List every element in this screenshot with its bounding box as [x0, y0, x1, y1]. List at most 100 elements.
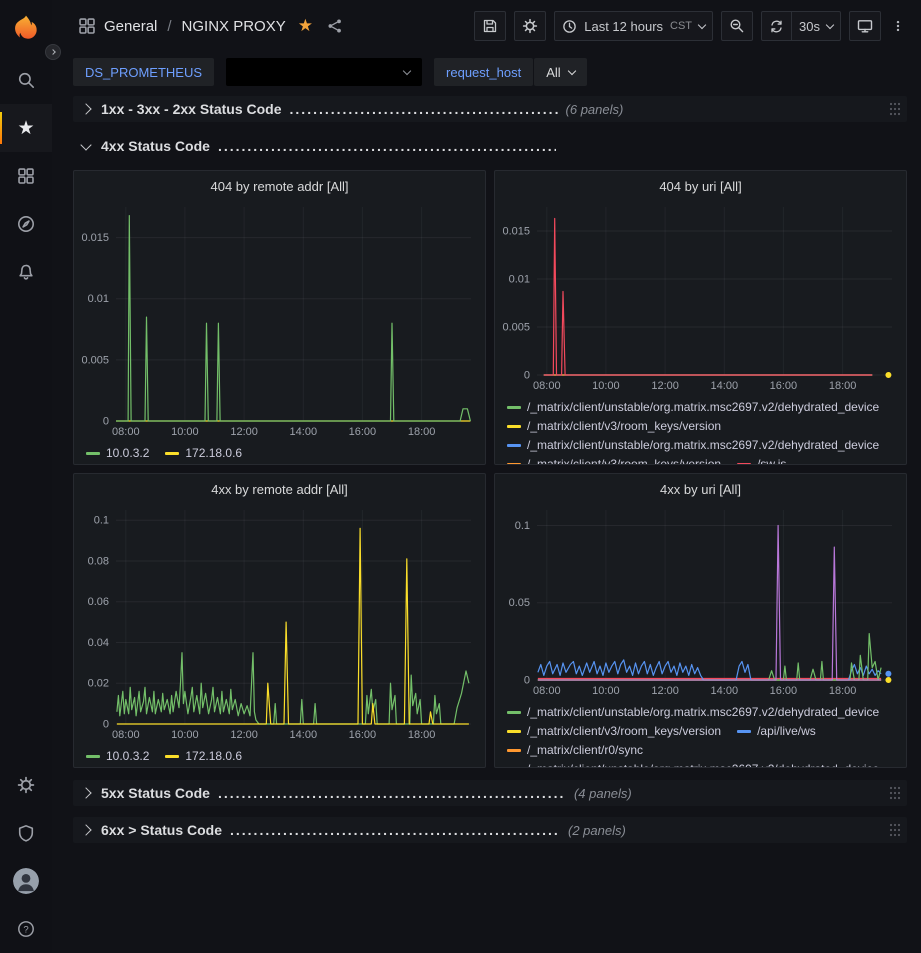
- legend-item[interactable]: 172.18.0.6: [165, 444, 242, 463]
- svg-text:0.08: 0.08: [88, 556, 109, 568]
- legend-item[interactable]: /api/live/ws: [737, 722, 816, 741]
- legend-item[interactable]: /_matrix/client/unstable/org.matrix.msc2…: [507, 760, 879, 768]
- dashboard-settings-button[interactable]: [514, 11, 546, 41]
- row-6xx[interactable]: 6xx > Status Code ......................…: [73, 817, 907, 843]
- svg-text:08:00: 08:00: [533, 380, 561, 392]
- panel-title[interactable]: 4xx by remote addr [All]: [74, 474, 485, 504]
- svg-text:?: ?: [23, 924, 28, 935]
- sidebar-item-help[interactable]: ?: [0, 905, 52, 953]
- refresh-icon: [769, 19, 784, 34]
- legend-label: /_matrix/client/unstable/org.matrix.msc2…: [527, 760, 879, 768]
- panel-title[interactable]: 404 by uri [All]: [495, 171, 906, 201]
- refresh-interval-dropdown[interactable]: 30s: [791, 11, 841, 41]
- panel-legend: /_matrix/client/unstable/org.matrix.msc2…: [495, 396, 906, 465]
- legend-item[interactable]: /_matrix/client/v3/room_keys/version: [507, 455, 721, 465]
- panel-title[interactable]: 404 by remote addr [All]: [74, 171, 485, 201]
- sidebar-spacer: [0, 296, 52, 761]
- legend-item[interactable]: 10.0.3.2: [86, 747, 149, 766]
- row-title: 5xx Status Code: [101, 785, 210, 801]
- sidebar-item-starred[interactable]: ★: [0, 104, 52, 152]
- host-variable-dropdown[interactable]: [226, 58, 422, 86]
- row-dots: ........................................…: [290, 101, 558, 117]
- series-color-swatch: [165, 452, 179, 455]
- sidebar-item-configuration[interactable]: [0, 761, 52, 809]
- legend-item[interactable]: /_matrix/client/r0/sync: [507, 741, 643, 760]
- tv-mode-button[interactable]: [849, 11, 881, 41]
- breadcrumb: General / NGINX PROXY ★: [78, 16, 343, 36]
- kebab-menu-button[interactable]: [889, 16, 907, 36]
- favorite-star-icon[interactable]: ★: [298, 16, 313, 36]
- row-1xx-3xx-2xx[interactable]: 1xx - 3xx - 2xx Status Code ............…: [73, 96, 907, 122]
- legend-label: /_matrix/client/unstable/org.matrix.msc2…: [527, 398, 879, 417]
- row-drag-handle[interactable]: [889, 786, 901, 800]
- row-dots: ........................................…: [218, 785, 566, 801]
- panel-404-by-uri: 404 by uri [All] 08:0010:0012:0014:0016:…: [494, 170, 907, 465]
- dashboard-content: 1xx - 3xx - 2xx Status Code ............…: [52, 96, 921, 953]
- svg-text:14:00: 14:00: [290, 426, 318, 438]
- sidebar-item-server-admin[interactable]: [0, 809, 52, 857]
- time-range-picker[interactable]: Last 12 hours CST: [554, 11, 713, 41]
- save-icon: [482, 18, 498, 34]
- clock-icon: [562, 19, 577, 34]
- legend-item[interactable]: /sw.js: [737, 455, 786, 465]
- svg-text:10:00: 10:00: [171, 729, 199, 741]
- row-drag-handle[interactable]: [889, 823, 901, 837]
- svg-text:08:00: 08:00: [112, 729, 140, 741]
- request-host-value-dropdown[interactable]: All: [534, 58, 586, 86]
- sidebar-expand-button[interactable]: [45, 44, 61, 60]
- time-series-chart[interactable]: 08:0010:0012:0014:0016:0018:0000.020.040…: [74, 504, 485, 745]
- legend-item[interactable]: /_matrix/client/v3/room_keys/version: [507, 722, 721, 741]
- refresh-button[interactable]: [761, 11, 792, 41]
- grafana-logo[interactable]: [0, 0, 52, 56]
- time-series-chart[interactable]: 08:0010:0012:0014:0016:0018:0000.0050.01…: [74, 201, 485, 442]
- sidebar-item-explore[interactable]: [0, 200, 52, 248]
- svg-text:14:00: 14:00: [290, 729, 318, 741]
- svg-text:0.05: 0.05: [509, 597, 530, 609]
- sidebar-item-profile[interactable]: [0, 857, 52, 905]
- legend-item[interactable]: /_matrix/client/v3/room_keys/version: [507, 417, 721, 436]
- time-series-chart[interactable]: 08:0010:0012:0014:0016:0018:0000.0050.01…: [495, 201, 906, 396]
- legend-label: /_matrix/client/unstable/org.matrix.msc2…: [527, 436, 879, 455]
- time-series-chart[interactable]: 08:0010:0012:0014:0016:0018:0000.050.1: [495, 504, 906, 701]
- legend-item[interactable]: /_matrix/client/unstable/org.matrix.msc2…: [507, 398, 879, 417]
- gear-icon: [522, 18, 538, 34]
- drag-dots-icon: [889, 102, 901, 116]
- legend-label: /api/live/ws: [757, 722, 816, 741]
- sidebar-item-alerting[interactable]: [0, 248, 52, 296]
- legend-item[interactable]: 10.0.3.2: [86, 444, 149, 463]
- star-icon: ★: [17, 119, 34, 138]
- breadcrumb-title[interactable]: NGINX PROXY: [182, 18, 286, 35]
- share-icon[interactable]: [327, 18, 343, 34]
- row-drag-handle[interactable]: [889, 102, 901, 116]
- panel-title[interactable]: 4xx by uri [All]: [495, 474, 906, 504]
- chevron-right-icon: [79, 789, 93, 797]
- row-5xx[interactable]: 5xx Status Code ........................…: [73, 780, 907, 806]
- sidebar-item-search[interactable]: [0, 56, 52, 104]
- series-color-swatch: [507, 730, 521, 733]
- zoom-out-button[interactable]: [721, 11, 753, 41]
- help-icon: ?: [17, 920, 35, 938]
- sidebar-item-dashboards[interactable]: [0, 152, 52, 200]
- variable-request-host-label[interactable]: request_host: [434, 58, 533, 86]
- legend-item[interactable]: 172.18.0.6: [165, 747, 242, 766]
- bell-icon: [17, 263, 35, 281]
- row-4xx[interactable]: 4xx Status Code ........................…: [73, 133, 907, 159]
- variable-ds-prometheus[interactable]: DS_PROMETHEUS: [73, 58, 214, 86]
- drag-dots-icon: [889, 823, 901, 837]
- chevron-right-icon: [79, 826, 93, 834]
- legend-item[interactable]: /_matrix/client/unstable/org.matrix.msc2…: [507, 703, 879, 722]
- compass-icon: [17, 215, 35, 233]
- row-dots: ........................................…: [230, 822, 560, 838]
- panel-4xx-by-uri: 4xx by uri [All] 08:0010:0012:0014:0016:…: [494, 473, 907, 768]
- series-color-swatch: [507, 406, 521, 409]
- breadcrumb-folder[interactable]: General: [104, 18, 157, 35]
- svg-text:0.02: 0.02: [88, 678, 109, 690]
- series-color-swatch: [507, 425, 521, 428]
- top-navbar: General / NGINX PROXY ★: [52, 0, 921, 52]
- chevron-down-icon: [403, 67, 411, 75]
- legend-item[interactable]: /_matrix/client/unstable/org.matrix.msc2…: [507, 436, 879, 455]
- legend-label: /_matrix/client/unstable/org.matrix.msc2…: [527, 703, 879, 722]
- svg-text:12:00: 12:00: [230, 426, 258, 438]
- save-dashboard-button[interactable]: [474, 11, 506, 41]
- svg-text:0.005: 0.005: [81, 354, 109, 366]
